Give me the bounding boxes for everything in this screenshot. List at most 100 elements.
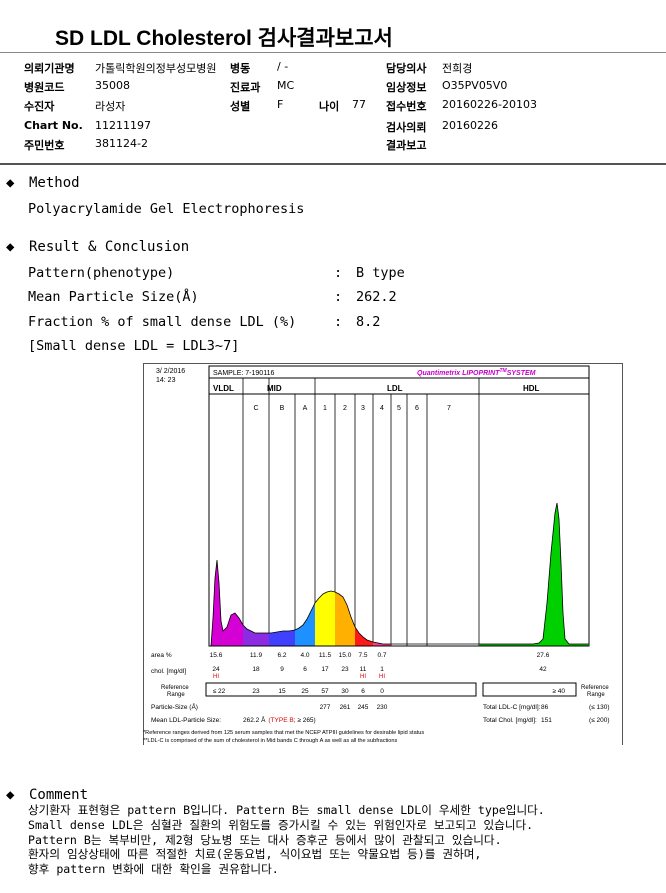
ref-value-8: 0 xyxy=(380,688,384,695)
group-vldl: VLDL xyxy=(213,384,234,393)
comment-line-3: Pattern B는 복부비만, 제2형 당뇨병 또는 대사 증후군 등에서 많… xyxy=(28,833,502,847)
method-bullet: ◆ xyxy=(6,175,15,191)
chart-no-value: 11211197 xyxy=(95,119,151,132)
particle-size-value-3: 245 xyxy=(358,704,369,711)
mean-size-text: 262.2 Å (TYPE B; ≥ 265) xyxy=(243,715,316,724)
total-ldl-value: 86 xyxy=(541,704,549,711)
chart-brand: Quantimetrix LIPOPRINTTMSYSTEM xyxy=(417,368,536,377)
band-label-5: 2 xyxy=(343,405,347,412)
area-value-2: 11.9 xyxy=(250,652,263,659)
department-value: MC xyxy=(277,79,295,92)
fraction-colon: : xyxy=(334,314,343,330)
band-label-3: A xyxy=(303,405,308,412)
area-value-6: 15.0 xyxy=(339,652,352,659)
chol-row-label: chol. [mg/dl] xyxy=(151,668,186,675)
small-dense-note: [Small dense LDL = LDL3~7] xyxy=(28,338,240,354)
ref-value-4: 25 xyxy=(301,688,309,695)
method-text: Polyacrylamide Gel Electrophoresis xyxy=(28,201,305,217)
sex-label: 성별 xyxy=(230,100,251,113)
hi-flag-3: HI xyxy=(379,674,385,680)
area-value-9: 27.6 xyxy=(537,652,550,659)
chart-date: 3/ 2/2016 xyxy=(156,368,185,375)
method-heading: Method xyxy=(29,175,80,191)
ref-right-label2: Range xyxy=(587,692,605,698)
total-ldl-label: Total LDL-C [mg/dl]: xyxy=(483,704,541,711)
band-label-6: 3 xyxy=(361,405,365,412)
lipoprint-chart: 3/ 2/2016 14: 23 SAMPLE: 7-190116 Quanti… xyxy=(143,363,623,745)
area-value-1: 15.6 xyxy=(210,652,223,659)
patient-value: 라성자 xyxy=(95,100,126,113)
comment-line-2: Small dense LDL은 심혈관 질환의 위험도를 증가시킬 수 있는 … xyxy=(28,818,534,832)
chart-time: 14: 23 xyxy=(156,377,176,384)
ward-value: / - xyxy=(277,60,289,73)
chol-value-3: 9 xyxy=(280,666,284,673)
area-row-label: area % xyxy=(151,652,172,659)
chart-no-label: Chart No. xyxy=(24,119,83,132)
ward-label: 병동 xyxy=(230,62,251,75)
comment-line-5: 향후 pattern 변화에 대한 확인을 권유합니다. xyxy=(28,862,279,876)
footnote-2: **LDL-C is comprised of the sum of chole… xyxy=(143,738,398,744)
chol-value-2: 18 xyxy=(252,666,260,673)
ref-label: Reference xyxy=(161,685,189,691)
ref-value-3: 15 xyxy=(278,688,286,695)
physician-value: 전희경 xyxy=(442,62,473,75)
ref-value-1: ≤ 22 xyxy=(213,688,226,695)
chol-value-1: 24 xyxy=(212,666,220,673)
hi-flag-1: HI xyxy=(213,674,219,680)
band-label-7: 4 xyxy=(380,405,384,412)
ref-value-2: 23 xyxy=(252,688,260,695)
area-value-4: 4.0 xyxy=(300,652,309,659)
total-ldl-ref: (≤ 130) xyxy=(589,704,610,711)
particle-size-label: Mean Particle Size(Å) xyxy=(28,289,199,305)
particle-size-value-1: 277 xyxy=(320,704,331,711)
total-chol-ref: (≤ 200) xyxy=(589,717,610,724)
accession-value: 20160226-20103 xyxy=(442,98,537,111)
comment-line-4: 환자의 임상상태에 따른 적절한 치료(운동요법, 식이요법 또는 약물요법 등… xyxy=(28,847,482,861)
sex-value: F xyxy=(277,98,284,111)
particle-size-value-4: 230 xyxy=(377,704,388,711)
band-label-4: 1 xyxy=(323,405,327,412)
chol-value-5: 17 xyxy=(321,666,329,673)
resident-number-value: 381124-2 xyxy=(95,137,148,150)
chart-sample: SAMPLE: 7-190116 xyxy=(213,370,274,377)
total-chol-label: Total Chol. [mg/dl]: xyxy=(483,717,537,724)
area-value-7: 7.5 xyxy=(358,652,367,659)
clinical-info-label: 임상정보 xyxy=(386,81,427,94)
particle-size-value-2: 261 xyxy=(340,704,351,711)
header-top-rule xyxy=(0,52,666,53)
report-date-label: 결과보고 xyxy=(386,139,427,152)
ref-value-7: 6 xyxy=(361,688,365,695)
request-date-value: 20160226 xyxy=(442,119,498,132)
chol-value-7: 11 xyxy=(360,666,367,673)
group-hdl: HDL xyxy=(523,384,540,393)
department-label: 진료과 xyxy=(230,81,261,94)
physician-label: 담당의사 xyxy=(386,62,427,75)
ref-right-label: Reference xyxy=(581,685,609,691)
accession-label: 접수번호 xyxy=(386,100,427,113)
hospital-code-value: 35008 xyxy=(95,79,130,92)
chol-value-9: 42 xyxy=(539,666,547,673)
hi-flag-2: HI xyxy=(360,674,366,680)
header-bottom-rule xyxy=(0,163,666,165)
footnote-1: *Reference ranges derived from 125 serum… xyxy=(143,730,424,736)
ref-label2: Range xyxy=(167,692,185,698)
request-date-label: 검사의뢰 xyxy=(386,121,427,134)
chol-value-8: 1 xyxy=(380,666,384,673)
band-label-1: C xyxy=(253,405,258,412)
ref-value-6: 30 xyxy=(341,688,349,695)
band-label-9: 6 xyxy=(415,405,419,412)
patient-label: 수진자 xyxy=(24,100,55,113)
clinical-info-value: O35PV05V0 xyxy=(442,79,508,92)
hospital-code-label: 병원코드 xyxy=(24,81,65,94)
particle-size-value: 262.2 xyxy=(356,289,397,305)
mean-size-label: Mean LDL-Particle Size: xyxy=(151,717,221,724)
hdl-ref-value: ≥ 40 xyxy=(552,688,565,695)
referring-institution-label: 의뢰기관명 xyxy=(24,62,75,75)
chol-value-4: 6 xyxy=(303,666,307,673)
band-label-10: 7 xyxy=(447,405,451,412)
pattern-label: Pattern(phenotype) xyxy=(28,265,175,281)
fraction-value: 8.2 xyxy=(356,314,381,330)
comment-bullet: ◆ xyxy=(6,787,15,803)
resident-number-label: 주민번호 xyxy=(24,139,65,152)
fraction-label: Fraction % of small dense LDL (%) xyxy=(28,314,297,330)
